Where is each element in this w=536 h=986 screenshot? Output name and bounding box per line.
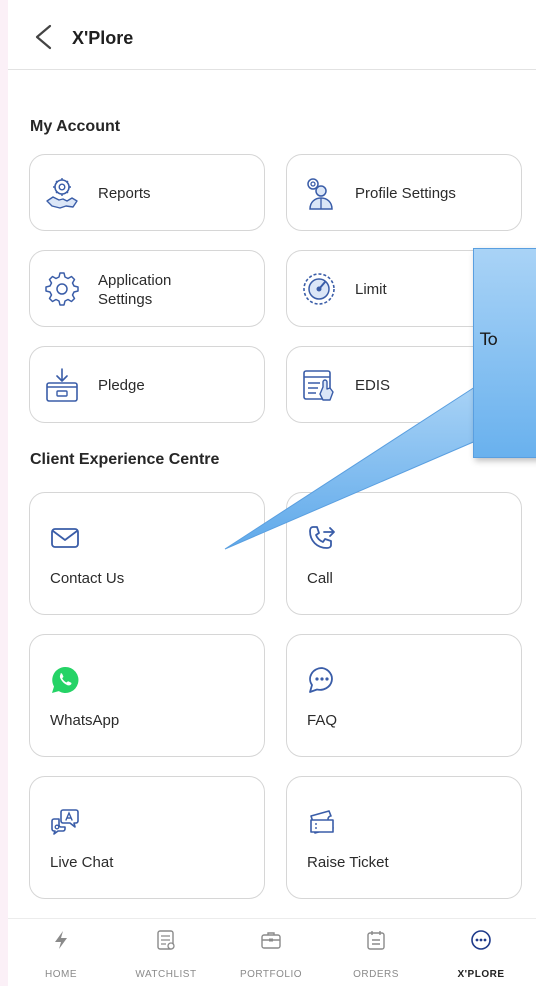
mail-icon — [51, 528, 79, 548]
live-chat-card[interactable]: Live Chat — [29, 776, 265, 899]
reports-label: Reports — [98, 185, 151, 202]
raise-ticket-card[interactable]: Raise Ticket — [286, 776, 522, 899]
briefcase-icon — [261, 932, 281, 949]
raise-ticket-label: Raise Ticket — [307, 854, 389, 871]
nav-watchlist-label: WATCHLIST — [135, 969, 197, 980]
gear-icon — [45, 272, 79, 306]
phone-forward-icon — [309, 526, 335, 549]
live-chat-icon — [51, 809, 79, 835]
nav-orders[interactable]: ORDERS — [328, 919, 424, 986]
profile-settings-card[interactable]: Profile Settings — [286, 154, 522, 231]
nav-xplore-label: X'PLORE — [457, 969, 505, 980]
edis-label: EDIS — [355, 377, 391, 394]
application-settings-label: Application Settings — [98, 271, 171, 309]
nav-portfolio-label: PORTFOLIO — [239, 969, 303, 980]
my-account-heading: My Account — [30, 118, 121, 135]
pledge-box-icon — [46, 368, 78, 402]
call-card[interactable]: Call — [286, 492, 522, 615]
application-settings-card[interactable]: Application Settings — [29, 250, 265, 327]
chat-bubble-icon — [309, 667, 333, 693]
faq-card[interactable]: FAQ — [286, 634, 522, 757]
watchlist-icon — [157, 930, 175, 950]
pledge-label: Pledge — [98, 377, 145, 394]
edis-document-icon — [303, 370, 334, 401]
limit-label: Limit — [355, 281, 387, 298]
profile-settings-label: Profile Settings — [355, 185, 456, 202]
nav-home[interactable]: HOME — [13, 919, 109, 986]
faq-label: FAQ — [307, 712, 338, 729]
whatsapp-label: WhatsApp — [50, 712, 120, 729]
nav-home-label: HOME — [45, 969, 77, 980]
application-settings-label-line1: Application — [98, 272, 172, 289]
xplore-screen: X'Plore My Account Reports Profile Setti… — [8, 0, 536, 986]
app-header: X'Plore — [8, 0, 536, 70]
callout-text: To — [480, 330, 498, 350]
more-dots-icon — [471, 930, 491, 950]
callout-box — [473, 248, 536, 458]
whatsapp-icon — [52, 666, 79, 693]
back-arrow-icon[interactable] — [30, 22, 58, 52]
lightning-icon — [55, 931, 67, 949]
orders-icon — [367, 931, 385, 950]
nav-orders-label: ORDERS — [353, 969, 399, 980]
nav-portfolio[interactable]: PORTFOLIO — [223, 919, 319, 986]
live-chat-label: Live Chat — [50, 854, 114, 871]
ticket-icon — [310, 810, 334, 834]
whatsapp-card[interactable]: WhatsApp — [29, 634, 265, 757]
gauge-icon — [303, 273, 335, 305]
profile-gear-icon — [307, 178, 333, 210]
bottom-navigation: HOME WATCHLIST PORTFOLIO ORDERS X'PLORE — [8, 918, 536, 986]
nav-watchlist[interactable]: WATCHLIST — [118, 919, 214, 986]
call-label: Call — [307, 570, 333, 587]
client-experience-heading: Client Experience Centre — [30, 451, 220, 468]
application-settings-label-line2: Settings — [98, 291, 153, 308]
page-title: X'Plore — [72, 28, 134, 48]
pledge-card[interactable]: Pledge — [29, 346, 265, 423]
contact-us-card[interactable]: Contact Us — [29, 492, 265, 615]
nav-xplore[interactable]: X'PLORE — [433, 919, 529, 986]
reports-card[interactable]: Reports — [29, 154, 265, 231]
handshake-gear-icon — [46, 178, 78, 209]
contact-us-label: Contact Us — [50, 570, 125, 587]
